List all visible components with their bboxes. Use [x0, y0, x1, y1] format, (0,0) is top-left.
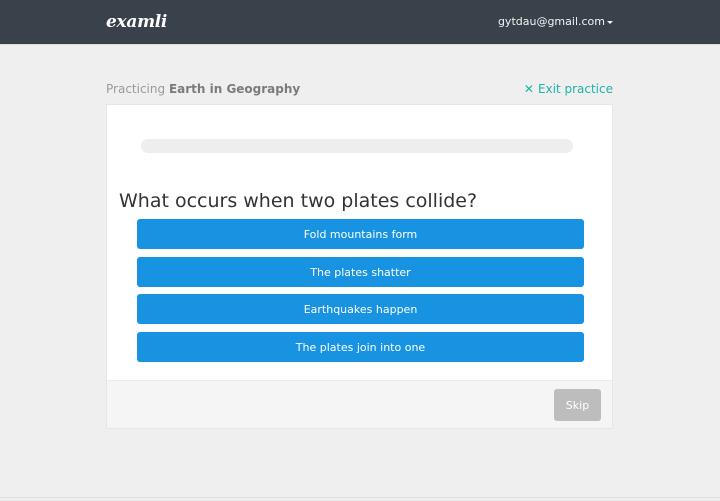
- answer-option-4[interactable]: The plates join into one: [137, 332, 584, 362]
- skip-button[interactable]: Skip: [554, 389, 601, 421]
- practice-topic: Earth in Geography: [168, 82, 301, 96]
- top-navbar: examli gytdau@gmail.com: [0, 0, 720, 44]
- answer-option-3[interactable]: Earthquakes happen: [137, 294, 584, 324]
- exit-practice-label: Exit practice: [537, 82, 613, 96]
- user-email: gytdau@gmail.com: [497, 15, 605, 28]
- progress-bar: [141, 139, 573, 153]
- exit-practice-link[interactable]: ✕ Exit practice: [524, 82, 613, 96]
- question-text: What occurs when two plates collide?: [119, 190, 478, 212]
- answer-option-2[interactable]: The plates shatter: [137, 257, 584, 287]
- practicing-label: Practicing Earth in Geography: [106, 82, 300, 96]
- answer-option-1[interactable]: Fold mountains form: [137, 219, 584, 249]
- page-bottom-divider: [0, 497, 720, 498]
- close-icon: ✕: [523, 82, 534, 96]
- practicing-prefix: Practicing: [106, 82, 166, 96]
- question-card: What occurs when two plates collide? Fol…: [106, 104, 613, 429]
- practice-header: Practicing Earth in Geography ✕ Exit prac…: [106, 82, 613, 98]
- caret-down-icon: [607, 21, 613, 24]
- user-menu-dropdown[interactable]: gytdau@gmail.com: [498, 15, 613, 28]
- card-footer: Skip: [107, 380, 612, 428]
- examli-logo[interactable]: examli: [106, 12, 167, 32]
- navbar-divider: [0, 44, 720, 45]
